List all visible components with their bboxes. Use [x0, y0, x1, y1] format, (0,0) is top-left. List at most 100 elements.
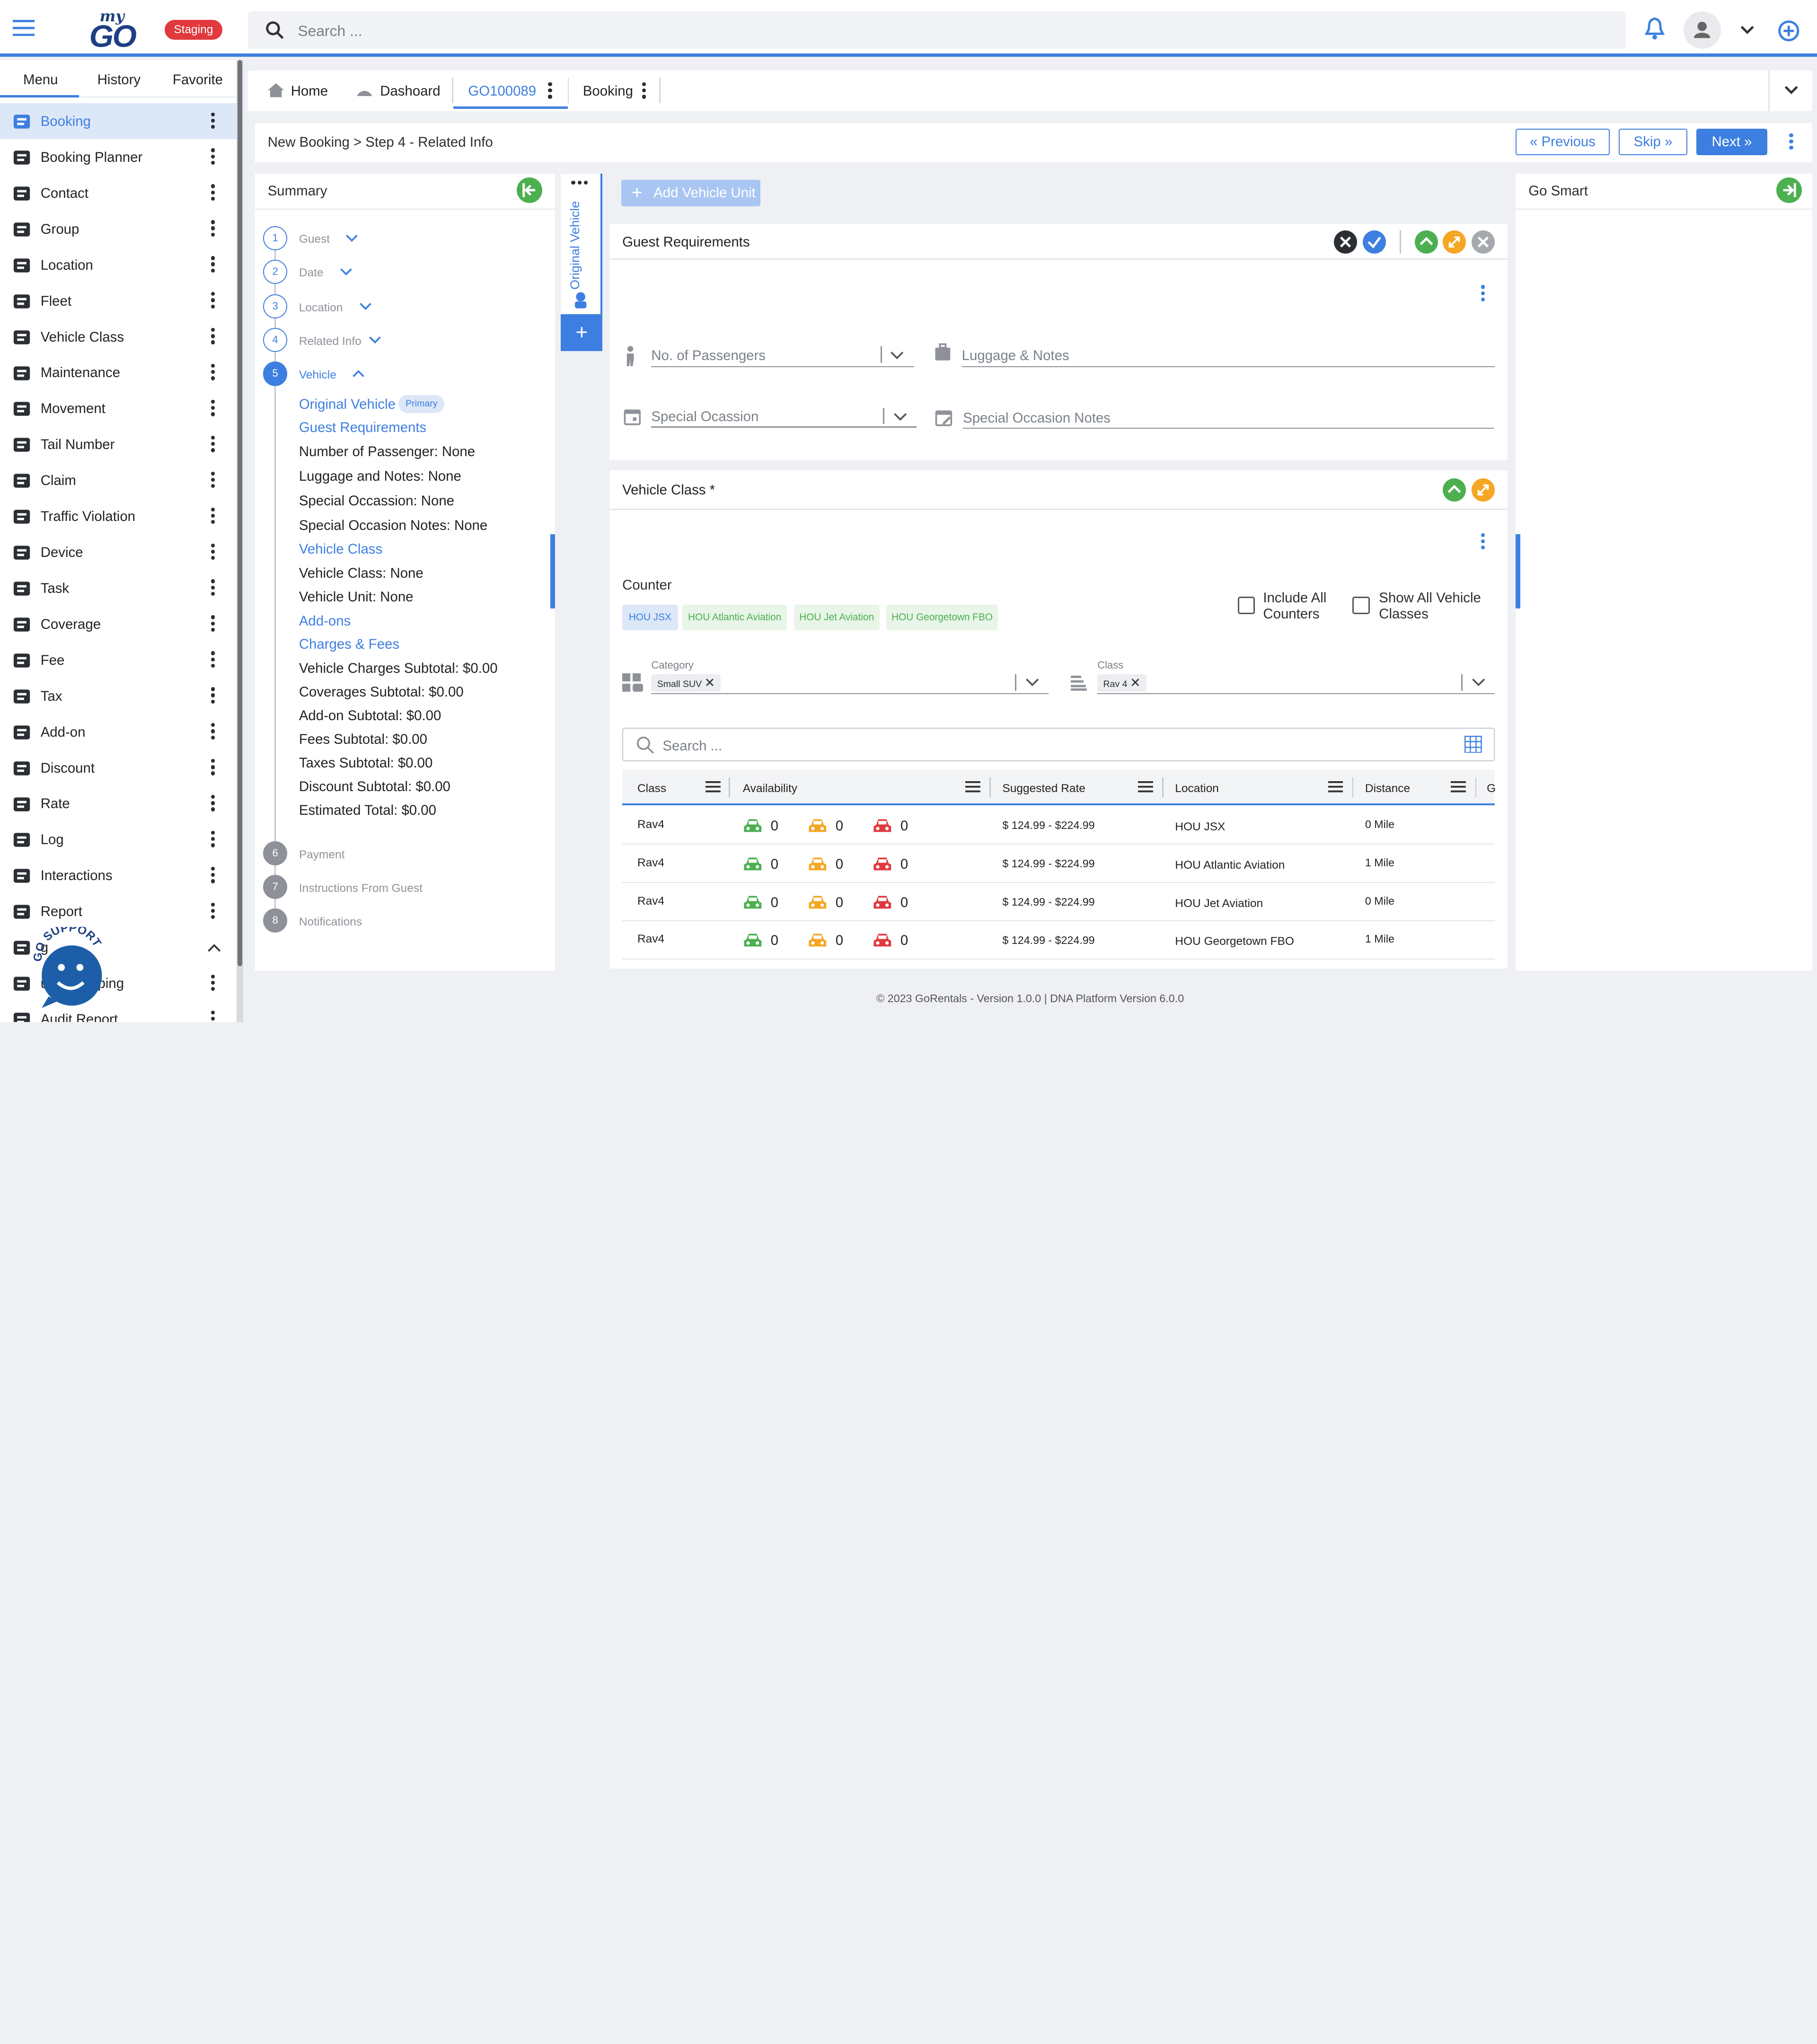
step-number-1[interactable]: 1 — [263, 226, 288, 250]
table-row[interactable]: Rav4 0 0 0 $ 124.99 - $224.99 HOU JSX 0 Mile — [622, 806, 1495, 845]
sidebar-item-maintenance[interactable]: Maintenance — [0, 354, 237, 390]
chevron-down-icon[interactable] — [1740, 26, 1755, 35]
item-options-icon[interactable] — [211, 579, 216, 598]
chevron-down-icon[interactable] — [359, 302, 372, 310]
item-options-icon[interactable] — [211, 759, 216, 777]
collapse-up-icon[interactable] — [1415, 230, 1438, 254]
show-all-classes-checkbox[interactable] — [1352, 597, 1370, 614]
sidebar-item-device[interactable]: Device — [0, 534, 237, 570]
item-options-icon[interactable] — [211, 471, 216, 490]
sidebar-item-log[interactable]: Log — [0, 821, 237, 857]
item-options-icon[interactable] — [211, 615, 216, 634]
column-menu-icon[interactable] — [965, 781, 980, 793]
column-menu-icon[interactable] — [1451, 781, 1466, 793]
step-label-instructions-from-guest[interactable]: Instructions From Guest — [299, 882, 423, 895]
item-options-icon[interactable] — [211, 435, 216, 454]
sidebar-item-tail-number[interactable]: Tail Number — [0, 426, 237, 462]
item-options-icon[interactable] — [211, 687, 216, 705]
luggage-notes-field[interactable]: Luggage & Notes — [962, 348, 1069, 364]
step-label-location[interactable]: Location — [299, 301, 343, 315]
counter-chip-jet[interactable]: HOU Jet Aviation — [794, 605, 880, 631]
sidebar-item-vehicle-class[interactable]: Vehicle Class — [0, 318, 237, 354]
sidebar-item-booking-planner[interactable]: Booking Planner — [0, 139, 237, 175]
chevron-down-icon[interactable] — [893, 413, 907, 422]
col-g[interactable]: G — [1487, 782, 1496, 795]
sidebar-item-group[interactable]: Group — [0, 211, 237, 247]
chevron-up-icon[interactable] — [352, 370, 365, 378]
counter-chip-georgetown[interactable]: HOU Georgetown FBO — [886, 605, 998, 631]
chevron-up-icon[interactable] — [207, 943, 221, 952]
item-options-icon[interactable] — [211, 795, 216, 813]
vehicle-tab-options-icon[interactable] — [571, 181, 594, 187]
step-number-5[interactable]: 5 — [263, 361, 288, 386]
counter-chip-atlantic[interactable]: HOU Atlantic Aviation — [682, 605, 787, 631]
add-vehicle-tab-button[interactable]: + — [561, 314, 603, 352]
remove-chip-icon[interactable]: ✕ — [1130, 676, 1141, 690]
sidebar-item-task[interactable]: Task — [0, 570, 237, 606]
add-vehicle-unit-button[interactable]: + Add Vehicle Unit — [621, 179, 760, 206]
item-options-icon[interactable] — [211, 1010, 216, 1022]
summary-addons[interactable]: Add-ons — [299, 613, 351, 629]
nav-tab-history[interactable]: History — [97, 72, 141, 88]
remove-chip-icon[interactable]: ✕ — [705, 676, 715, 690]
special-occasion-field[interactable]: Special Ocassion — [651, 409, 759, 425]
next-button[interactable]: Next » — [1696, 128, 1767, 156]
item-options-icon[interactable] — [211, 830, 216, 849]
item-options-icon[interactable] — [211, 866, 216, 885]
special-occasion-notes-field[interactable]: Special Occasion Notes — [963, 410, 1111, 426]
item-options-icon[interactable] — [211, 902, 216, 921]
summary-vehicle-class[interactable]: Vehicle Class — [299, 541, 382, 557]
skip-button[interactable]: Skip » — [1619, 128, 1687, 156]
nav-tab-favorite[interactable]: Favorite — [173, 72, 223, 88]
item-options-icon[interactable] — [211, 184, 216, 203]
step-number-2[interactable]: 2 — [263, 259, 288, 284]
expand-icon[interactable] — [1472, 478, 1495, 502]
summary-original-vehicle[interactable]: Original Vehicle — [299, 396, 396, 413]
summary-guest-requirements[interactable]: Guest Requirements — [299, 420, 426, 436]
column-menu-icon[interactable] — [1328, 781, 1343, 793]
item-options-icon[interactable] — [211, 399, 216, 418]
sidebar-item-contact[interactable]: Contact — [0, 175, 237, 211]
summary-charges-fees[interactable]: Charges & Fees — [299, 636, 399, 652]
tab-go100089[interactable]: GO100089 — [468, 83, 536, 99]
col-distance[interactable]: Distance — [1365, 782, 1410, 795]
item-options-icon[interactable] — [211, 723, 216, 741]
col-location[interactable]: Location — [1175, 782, 1219, 795]
item-options-icon[interactable] — [211, 507, 216, 526]
sidebar-item-tax[interactable]: Tax — [0, 678, 237, 714]
item-options-icon[interactable] — [211, 112, 216, 131]
item-options-icon[interactable] — [211, 974, 216, 993]
vehicle-class-options-icon[interactable] — [1481, 533, 1486, 552]
item-options-icon[interactable] — [211, 651, 216, 670]
chevron-down-icon[interactable] — [1025, 678, 1039, 687]
step-label-guest[interactable]: Guest — [299, 233, 330, 246]
vehicle-tab-original[interactable]: Original Vehicle — [568, 201, 582, 290]
item-options-icon[interactable] — [211, 148, 216, 167]
sidebar-item-add-on[interactable]: Add-on — [0, 714, 237, 750]
sidebar-item-coverage[interactable]: Coverage — [0, 606, 237, 642]
expand-icon[interactable] — [1443, 230, 1466, 254]
go-support-widget[interactable]: GO SUPPORT — [21, 927, 114, 1020]
sidebar-item-booking[interactable]: Booking — [0, 103, 237, 139]
step-label-payment[interactable]: Payment — [299, 848, 345, 862]
item-options-icon[interactable] — [211, 363, 216, 382]
sidebar-item-interactions[interactable]: Interactions — [0, 857, 237, 893]
chevron-down-icon[interactable] — [345, 234, 358, 242]
tab-options-icon[interactable] — [642, 82, 647, 101]
hamburger-menu-icon[interactable] — [12, 19, 35, 36]
grid-view-icon[interactable] — [1464, 735, 1482, 753]
sidebar-item-movement[interactable]: Movement — [0, 390, 237, 426]
chevron-down-icon[interactable] — [1784, 86, 1799, 95]
tab-home[interactable]: Home — [291, 83, 328, 99]
close-icon[interactable] — [1472, 230, 1495, 254]
table-row[interactable]: Rav4 0 0 0 $ 124.99 - $224.99 HOU Jet Aviatio… — [622, 883, 1495, 921]
add-circle-icon[interactable] — [1778, 20, 1800, 42]
column-menu-icon[interactable] — [706, 781, 721, 793]
item-options-icon[interactable] — [211, 292, 216, 310]
chevron-down-icon[interactable] — [890, 351, 904, 361]
item-options-icon[interactable] — [211, 328, 216, 346]
cancel-icon[interactable] — [1333, 230, 1357, 254]
class-chip[interactable]: Rav 4 ✕ — [1097, 674, 1147, 692]
category-chip[interactable]: Small SUV ✕ — [651, 674, 721, 692]
sidebar-item-rate[interactable]: Rate — [0, 785, 237, 821]
